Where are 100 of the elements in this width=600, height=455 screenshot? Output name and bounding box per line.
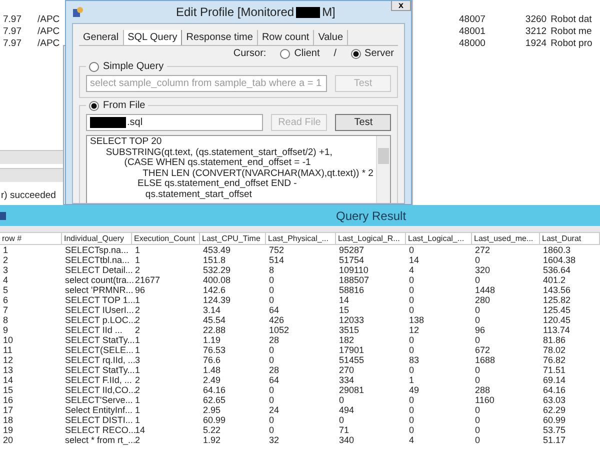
table-cell-text: SELECT'Serve... <box>64 395 132 405</box>
table-cell-text: 1.48 <box>202 365 222 375</box>
table-cell-text: SELECTtbl.na... <box>64 255 131 265</box>
column-header[interactable]: Last_Durat <box>540 232 600 245</box>
radio-icon[interactable] <box>280 48 290 58</box>
table-cell-text: 5 <box>2 285 10 295</box>
table-cell-text: 21677 <box>134 275 162 285</box>
table-cell-text: 2 <box>2 255 10 265</box>
radio-icon[interactable] <box>89 100 99 110</box>
table-cell-text: SELECT(SELE... <box>64 345 132 355</box>
table-cell-text: 1 <box>134 395 142 405</box>
table-cell-text: 288 <box>474 385 492 395</box>
table-cell-text: 1688 <box>474 355 496 365</box>
column-header[interactable]: Individual_Query <box>62 232 132 245</box>
column-header[interactable]: Execution_Count <box>132 232 200 245</box>
radio-button[interactable]: From File <box>89 100 146 111</box>
table-cell-text: 11 <box>2 345 14 355</box>
radio-icon[interactable] <box>89 62 99 72</box>
table-cell-text: 340 <box>338 435 356 445</box>
table-cell-text: 0 <box>474 405 482 415</box>
table-cell-text: 0 <box>408 245 416 255</box>
table-cell-text: 12 <box>2 355 14 365</box>
table-cell-text: Select EntityInf... <box>64 405 132 415</box>
table-cell-text: 1 <box>408 375 416 385</box>
list-cell: Robot me <box>550 26 592 38</box>
table-cell-text: 71 <box>338 425 350 435</box>
table-cell-text: 124.39 <box>202 295 232 305</box>
table-cell-text: 142.6 <box>202 285 227 295</box>
table-cell-text: 19 <box>2 425 14 435</box>
tab[interactable]: SQL Query <box>124 30 182 45</box>
radio-button[interactable]: Simple Query <box>89 61 164 72</box>
table-cell-text: 18 <box>2 415 14 425</box>
table-cell-text: select 'PRMNR... <box>64 285 132 295</box>
table-cell-text: 4 <box>2 275 10 285</box>
radio-icon[interactable] <box>350 48 361 58</box>
list-cell: /APC <box>38 38 60 50</box>
table-cell-text: 1160 <box>474 395 496 405</box>
table-cell-text: 1448 <box>474 285 496 295</box>
table-cell-text: 0 <box>474 335 482 345</box>
table-cell-text: 8 <box>268 265 276 275</box>
table-cell-text: 17901 <box>338 345 366 355</box>
table-cell-text: 1 <box>134 245 142 255</box>
table-cell-text: 1.92 <box>202 435 222 445</box>
table-cell-text: 0 <box>408 395 416 405</box>
column-header[interactable]: Last_used_me... <box>472 232 540 245</box>
list-cell: 48001 <box>459 26 486 38</box>
test-button[interactable]: Test <box>335 114 392 131</box>
file-field[interactable]: .sql <box>86 114 264 131</box>
scrollbar-thumb[interactable] <box>378 148 390 164</box>
table-cell-text: 0 <box>474 415 482 425</box>
tab[interactable]: Row count <box>258 30 314 45</box>
table-cell-text: 125.45 <box>542 305 572 315</box>
tab[interactable]: Value <box>314 30 348 45</box>
table-cell-text: 17 <box>2 405 14 415</box>
table-cell-text: 1 <box>134 345 142 355</box>
column-header[interactable]: row # <box>0 232 62 245</box>
column-header[interactable]: Last_Logical_... <box>406 232 472 245</box>
table-cell-text: 2 <box>134 325 142 335</box>
radio-button[interactable]: Client <box>280 48 320 59</box>
table-cell-text: 334 <box>338 375 356 385</box>
table-cell-text: 81.86 <box>542 335 567 345</box>
code-line: ELSE qs.statement_end_offset END - <box>136 179 298 190</box>
table-cell-text: 0 <box>408 295 416 305</box>
table-cell-text: SELECTsp.na... <box>64 245 130 255</box>
table-cell-text: 0 <box>268 275 276 285</box>
app-icon <box>0 210 8 222</box>
table-cell-text: 536.64 <box>542 265 572 275</box>
table-cell-text: 49 <box>408 385 420 395</box>
table-cell-text: 109110 <box>338 265 370 275</box>
table-cell-text: 5.22 <box>202 425 222 435</box>
panel-bar <box>0 168 63 182</box>
table-cell-text: 2 <box>134 375 142 385</box>
column-header[interactable]: Last_Physical_... <box>266 232 336 245</box>
table-cell-text: 182 <box>338 335 356 345</box>
table-cell-text: 32 <box>268 435 280 445</box>
radio-button[interactable]: Server <box>350 48 394 59</box>
table-cell-text: 532.29 <box>202 265 232 275</box>
table-cell-text: 188507 <box>338 275 370 285</box>
table-cell-text: 20 <box>2 435 14 445</box>
panel-bar <box>0 150 63 164</box>
close-button[interactable]: x <box>391 1 411 11</box>
list-cell: /APC <box>38 14 60 26</box>
table-cell-text: 0 <box>338 415 346 425</box>
tab[interactable]: Response time <box>182 30 258 45</box>
table-cell-text: 83 <box>408 355 420 365</box>
code-line: SUBSTRING(qt.text, (qs.statement_start_offset/2) +1, <box>104 148 334 158</box>
table-cell-text: 113.74 <box>542 325 571 335</box>
table-cell-text: 2 <box>134 265 142 275</box>
table-cell-text: 64 <box>268 305 280 315</box>
table-cell-text: 3515 <box>338 325 360 335</box>
list-cell: 7.97 <box>3 14 22 26</box>
table-cell-text: 270 <box>338 365 356 375</box>
table-cell-text: 138 <box>408 315 426 325</box>
table-cell-text: 76.82 <box>542 355 567 365</box>
table-cell-text: 0 <box>268 345 276 355</box>
table-cell-text: 0 <box>268 415 276 425</box>
status-text: r) succeeded <box>0 189 57 203</box>
table-cell-text: 0 <box>408 275 416 285</box>
column-header[interactable]: Last_Logical_R... <box>336 232 406 245</box>
column-header[interactable]: Last_CPU_Time <box>200 232 266 245</box>
